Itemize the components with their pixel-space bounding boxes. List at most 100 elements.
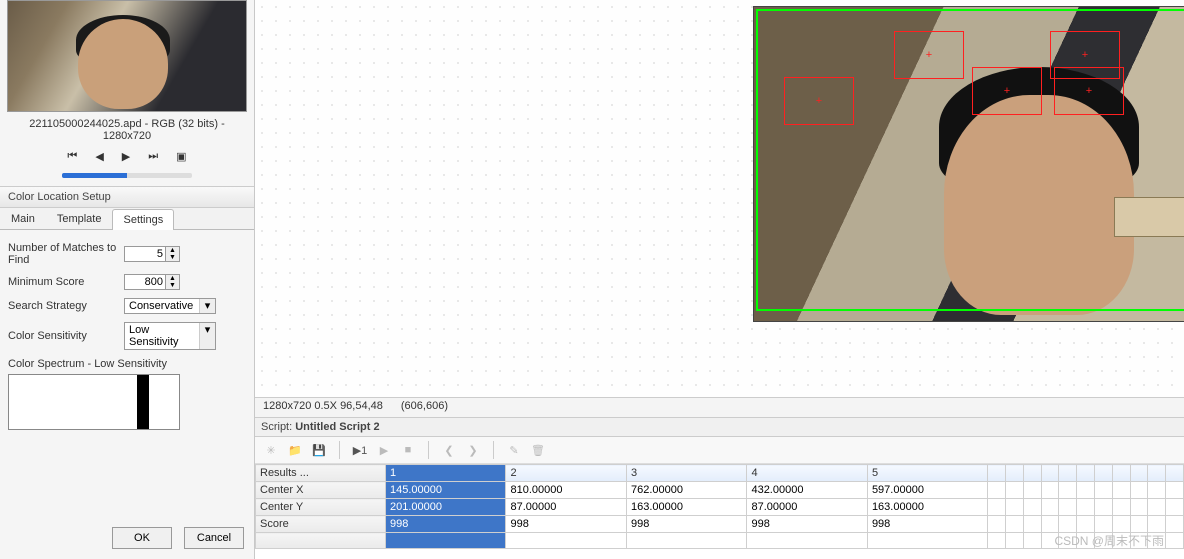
next-step-icon[interactable]: ❯: [463, 440, 483, 460]
result-cell[interactable]: 810.00000: [506, 482, 626, 499]
result-cell[interactable]: [1148, 482, 1166, 499]
result-cell[interactable]: 145.00000: [386, 482, 506, 499]
result-cell[interactable]: 998: [747, 516, 867, 533]
result-cell[interactable]: [988, 499, 1006, 516]
detection-rect[interactable]: [784, 77, 854, 125]
result-cell[interactable]: [1023, 499, 1041, 516]
result-cell[interactable]: [1041, 516, 1059, 533]
col-header[interactable]: [1077, 465, 1095, 482]
result-cell[interactable]: [1077, 482, 1095, 499]
result-cell[interactable]: [1166, 533, 1184, 549]
result-cell[interactable]: 998: [867, 516, 987, 533]
result-cell[interactable]: [1006, 482, 1024, 499]
col-header[interactable]: [1112, 465, 1130, 482]
save-icon[interactable]: 💾: [309, 440, 329, 460]
result-cell[interactable]: [1023, 482, 1041, 499]
col-header[interactable]: [1059, 465, 1077, 482]
col-header[interactable]: [1130, 465, 1148, 482]
col-header[interactable]: [1041, 465, 1059, 482]
result-cell[interactable]: 597.00000: [867, 482, 987, 499]
col-header[interactable]: 4: [747, 465, 867, 482]
col-header[interactable]: [988, 465, 1006, 482]
minscore-stepper[interactable]: ▲▼: [124, 274, 180, 290]
result-cell[interactable]: 762.00000: [626, 482, 746, 499]
folder-icon[interactable]: 📁: [285, 440, 305, 460]
result-cell[interactable]: [506, 533, 626, 549]
minscore-input[interactable]: [124, 274, 166, 290]
result-cell[interactable]: [1006, 516, 1024, 533]
col-header[interactable]: 3: [626, 465, 746, 482]
result-cell[interactable]: [1077, 516, 1095, 533]
prev-step-icon[interactable]: ❮: [439, 440, 459, 460]
matches-up-icon[interactable]: ▲: [166, 247, 179, 254]
result-cell[interactable]: [1130, 516, 1148, 533]
result-cell[interactable]: 432.00000: [747, 482, 867, 499]
chevron-down-icon[interactable]: ▾: [199, 323, 215, 349]
col-header[interactable]: 1: [386, 465, 506, 482]
result-cell[interactable]: [1148, 499, 1166, 516]
result-cell[interactable]: [747, 533, 867, 549]
next-icon[interactable]: ▶: [122, 150, 130, 163]
result-cell[interactable]: [1166, 482, 1184, 499]
result-cell[interactable]: [1023, 533, 1041, 549]
matches-down-icon[interactable]: ▼: [166, 254, 179, 261]
result-cell[interactable]: [626, 533, 746, 549]
tab-settings[interactable]: Settings: [112, 209, 174, 230]
row-header[interactable]: Center X: [256, 482, 386, 499]
result-cell[interactable]: 163.00000: [867, 499, 987, 516]
minscore-up-icon[interactable]: ▲: [166, 275, 179, 282]
result-cell[interactable]: [1006, 533, 1024, 549]
row-header[interactable]: Center Y: [256, 499, 386, 516]
delete-icon[interactable]: 🗑: [528, 440, 548, 460]
result-cell[interactable]: 201.00000: [386, 499, 506, 516]
result-cell[interactable]: [1041, 482, 1059, 499]
new-icon[interactable]: ✳: [261, 440, 281, 460]
result-cell[interactable]: [1095, 516, 1113, 533]
col-header[interactable]: [1006, 465, 1024, 482]
results-corner[interactable]: Results ...: [256, 465, 386, 482]
result-cell[interactable]: [1059, 482, 1077, 499]
matches-stepper[interactable]: ▲▼: [124, 246, 180, 262]
col-header[interactable]: 2: [506, 465, 626, 482]
chevron-down-icon[interactable]: ▾: [199, 299, 215, 313]
result-cell[interactable]: [1130, 499, 1148, 516]
edit-icon[interactable]: ✎: [504, 440, 524, 460]
col-header[interactable]: [1166, 465, 1184, 482]
frame-slider[interactable]: [62, 173, 192, 178]
result-cell[interactable]: 998: [506, 516, 626, 533]
result-cell[interactable]: [1166, 516, 1184, 533]
tab-main[interactable]: Main: [0, 208, 46, 229]
stack-icon[interactable]: ▣: [176, 150, 186, 163]
minscore-down-icon[interactable]: ▼: [166, 282, 179, 289]
thumbnail-image[interactable]: [7, 0, 247, 112]
result-cell[interactable]: [988, 533, 1006, 549]
result-cell[interactable]: 87.00000: [506, 499, 626, 516]
tab-template[interactable]: Template: [46, 208, 113, 229]
detection-rect[interactable]: [1054, 67, 1124, 115]
image-canvas[interactable]: [255, 0, 1184, 397]
result-cell[interactable]: [1095, 482, 1113, 499]
result-cell[interactable]: [1059, 516, 1077, 533]
result-cell[interactable]: [988, 482, 1006, 499]
result-cell[interactable]: [1130, 482, 1148, 499]
result-cell[interactable]: 998: [626, 516, 746, 533]
detection-rect[interactable]: [972, 67, 1042, 115]
main-image[interactable]: [753, 6, 1184, 322]
result-cell[interactable]: [1006, 499, 1024, 516]
prev-icon[interactable]: ◀: [95, 150, 103, 163]
sensitivity-select[interactable]: Low Sensitivity ▾: [124, 322, 216, 350]
col-header[interactable]: [1095, 465, 1113, 482]
result-cell[interactable]: [988, 516, 1006, 533]
row-header[interactable]: Score: [256, 516, 386, 533]
col-header[interactable]: 5: [867, 465, 987, 482]
stop-icon[interactable]: ■: [398, 440, 418, 460]
run-once-icon[interactable]: ▶1: [350, 440, 370, 460]
result-cell[interactable]: [1112, 516, 1130, 533]
result-cell[interactable]: [1077, 499, 1095, 516]
result-cell[interactable]: [386, 533, 506, 549]
result-cell[interactable]: 163.00000: [626, 499, 746, 516]
last-icon[interactable]: ⏭: [148, 150, 158, 163]
result-cell[interactable]: [1023, 516, 1041, 533]
col-header[interactable]: [1148, 465, 1166, 482]
result-cell[interactable]: [1112, 482, 1130, 499]
